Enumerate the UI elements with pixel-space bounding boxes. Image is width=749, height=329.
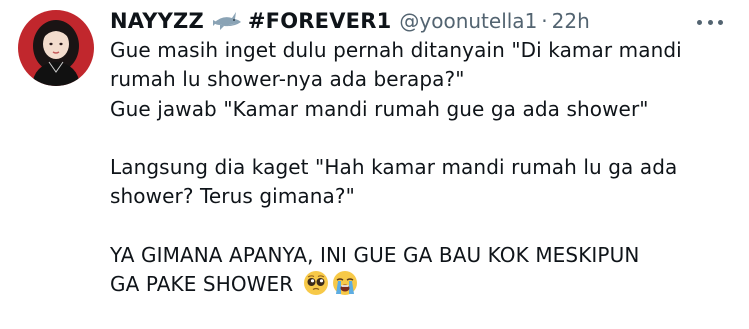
tweet-line: rumah lu shower-nya ada berapa?" (110, 67, 465, 92)
more-dot (718, 19, 723, 25)
avatar-image (18, 10, 94, 86)
tweet-line: Gue jawab "Kamar mandi rumah gue ga ada … (110, 96, 649, 121)
avatar[interactable] (18, 10, 94, 86)
tweet-text: Gue masih inget dulu pernah ditanyain "D… (110, 36, 730, 300)
more-options-icon[interactable] (697, 12, 723, 32)
tweet[interactable]: NAYYZZ #FOREVER1 @yoonutella1 · 22h Gue … (0, 0, 749, 329)
display-name[interactable]: NAYYZZ (110, 9, 204, 33)
separator-dot: · (541, 9, 548, 33)
more-dot (697, 19, 702, 25)
tweet-line: YA GIMANA APANYA, INI GUE GA BAU KOK MES… (110, 243, 640, 268)
timestamp[interactable]: 22h (552, 9, 590, 33)
tweet-line-text: GA PAKE SHOWER (110, 272, 294, 297)
user-handle[interactable]: @yoonutella1 (399, 9, 537, 33)
shark-icon (212, 9, 242, 33)
more-dot (707, 19, 713, 25)
tweet-line-last: GA PAKE SHOWER (110, 270, 730, 299)
tweet-header: NAYYZZ #FOREVER1 @yoonutella1 · 22h (110, 4, 590, 38)
loudly-crying-face-emoji (332, 270, 358, 296)
tweet-line: Langsung dia kaget "Hah kamar mandi ruma… (110, 155, 678, 180)
display-name-suffix[interactable]: #FOREVER1 (248, 9, 392, 33)
tweet-line: Gue masih inget dulu pernah ditanyain "D… (110, 38, 682, 62)
tweet-line: shower? Terus gimana?" (110, 184, 355, 209)
pleading-face-emoji (303, 270, 329, 296)
